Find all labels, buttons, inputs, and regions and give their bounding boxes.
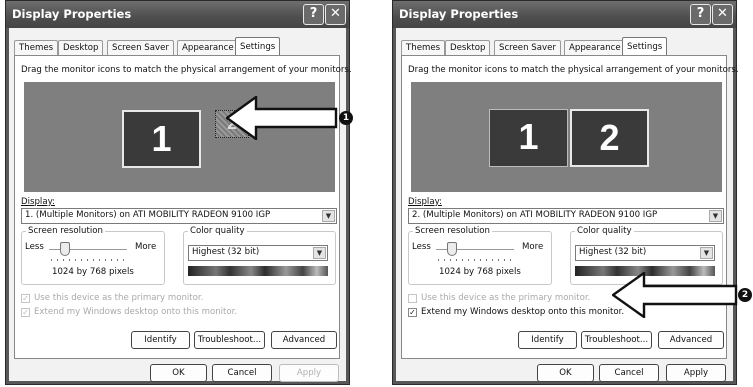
tab-screen-saver[interactable]: Screen Saver	[107, 40, 174, 56]
tab-settings[interactable]: Settings	[622, 37, 668, 57]
resolution-slider-ticks	[51, 259, 127, 261]
advanced-button[interactable]: Advanced	[271, 331, 337, 349]
extend-desktop-checkbox[interactable]: ✓	[21, 308, 30, 317]
chevron-down-icon: ▼	[700, 247, 713, 259]
monitor-1-icon[interactable]: 1	[122, 110, 201, 168]
tab-themes[interactable]: Themes	[14, 40, 59, 56]
tab-appearance[interactable]: Appearance	[177, 40, 239, 56]
callout-badge-1: 1	[339, 111, 353, 125]
primary-monitor-checkbox[interactable]	[408, 294, 417, 303]
tab-desktop[interactable]: Desktop	[58, 40, 104, 56]
apply-button[interactable]: Apply	[666, 364, 726, 382]
title-bar[interactable]: Display Properties ? ✕	[6, 1, 349, 28]
extend-desktop-checkbox[interactable]: ✓	[408, 308, 417, 317]
troubleshoot-button[interactable]: Troubleshoot...	[194, 331, 265, 349]
resolution-slider-thumb[interactable]	[60, 242, 70, 256]
color-quality-label: Color quality	[188, 226, 247, 236]
dialog-client: Themes Desktop Screen Saver Appearance S…	[396, 28, 739, 382]
color-quality-spectrum-bar	[188, 266, 328, 276]
window-title: Display Properties	[399, 7, 519, 21]
ok-button[interactable]: OK	[150, 364, 207, 382]
identify-button[interactable]: Identify	[131, 331, 190, 349]
primary-monitor-label: Use this device as the primary monitor.	[34, 293, 204, 303]
close-button[interactable]: ✕	[712, 4, 733, 25]
ok-button[interactable]: OK	[537, 364, 594, 382]
callout-badge-2: 2	[738, 288, 752, 302]
extend-desktop-label: Extend my Windows desktop onto this moni…	[34, 307, 238, 317]
tab-screen-saver[interactable]: Screen Saver	[494, 40, 561, 56]
tab-appearance[interactable]: Appearance	[564, 40, 626, 56]
color-quality-value: Highest (32 bit)	[579, 247, 647, 257]
instruction-text: Drag the monitor icons to match the phys…	[408, 65, 739, 75]
resolution-more-label: More	[135, 242, 157, 252]
window-title: Display Properties	[12, 7, 132, 21]
dialog-client: Themes Desktop Screen Saver Appearance S…	[9, 28, 352, 382]
callout-arrow-left-icon	[226, 96, 338, 140]
monitor-2-icon[interactable]: 2	[570, 109, 649, 167]
display-select[interactable]: 2. (Multiple Monitors) on ATI MOBILITY R…	[408, 208, 724, 224]
tab-themes[interactable]: Themes	[401, 40, 446, 56]
monitor-1-icon[interactable]: 1	[489, 109, 568, 167]
help-button[interactable]: ?	[303, 4, 324, 25]
monitor-arrangement-area[interactable]: 1 2	[411, 82, 722, 192]
display-label: Display:	[21, 197, 55, 207]
color-quality-label: Color quality	[575, 226, 634, 236]
resolution-more-label: More	[522, 242, 544, 252]
extend-desktop-label: Extend my Windows desktop onto this moni…	[421, 307, 625, 317]
resolution-slider-thumb[interactable]	[447, 242, 457, 256]
display-label: Display:	[408, 197, 442, 207]
screen-resolution-label: Screen resolution	[413, 226, 492, 236]
color-quality-select[interactable]: Highest (32 bit) ▼	[188, 245, 328, 261]
resolution-value: 1024 by 768 pixels	[439, 267, 521, 277]
cancel-button[interactable]: Cancel	[212, 364, 272, 382]
screen-resolution-group: Screen resolution Less More 1024 by 768 …	[408, 226, 552, 285]
screen-resolution-group: Screen resolution Less More 1024 by 768 …	[21, 226, 165, 285]
tab-desktop[interactable]: Desktop	[445, 40, 491, 56]
instruction-text: Drag the monitor icons to match the phys…	[21, 65, 352, 75]
display-select-value: 2. (Multiple Monitors) on ATI MOBILITY R…	[412, 210, 658, 220]
advanced-button[interactable]: Advanced	[658, 331, 724, 349]
primary-monitor-label: Use this device as the primary monitor.	[421, 293, 591, 303]
color-quality-select[interactable]: Highest (32 bit) ▼	[575, 245, 715, 261]
help-button[interactable]: ?	[690, 4, 711, 25]
identify-button[interactable]: Identify	[518, 331, 577, 349]
apply-button[interactable]: Apply	[279, 364, 339, 382]
close-button[interactable]: ✕	[325, 4, 346, 25]
chevron-down-icon: ▼	[313, 247, 326, 259]
color-quality-group: Color quality Highest (32 bit) ▼	[183, 226, 336, 285]
screen-resolution-label: Screen resolution	[26, 226, 105, 236]
chevron-down-icon: ▼	[709, 210, 722, 222]
resolution-less-label: Less	[412, 242, 431, 252]
title-bar[interactable]: Display Properties ? ✕	[393, 1, 736, 28]
display-properties-window-1: Display Properties ? ✕ Themes Desktop Sc…	[5, 0, 352, 385]
resolution-less-label: Less	[25, 242, 44, 252]
cancel-button[interactable]: Cancel	[599, 364, 659, 382]
troubleshoot-button[interactable]: Troubleshoot...	[581, 331, 652, 349]
callout-arrow-left-icon	[612, 272, 738, 318]
tab-settings[interactable]: Settings	[235, 37, 281, 57]
primary-monitor-checkbox[interactable]: ✓	[21, 294, 30, 303]
chevron-down-icon: ▼	[322, 210, 335, 222]
color-quality-value: Highest (32 bit)	[192, 247, 260, 257]
display-select-value: 1. (Multiple Monitors) on ATI MOBILITY R…	[25, 210, 271, 220]
display-select[interactable]: 1. (Multiple Monitors) on ATI MOBILITY R…	[21, 208, 337, 224]
display-properties-window-2: Display Properties ? ✕ Themes Desktop Sc…	[392, 0, 739, 385]
resolution-slider-ticks	[438, 259, 514, 261]
resolution-value: 1024 by 768 pixels	[52, 267, 134, 277]
